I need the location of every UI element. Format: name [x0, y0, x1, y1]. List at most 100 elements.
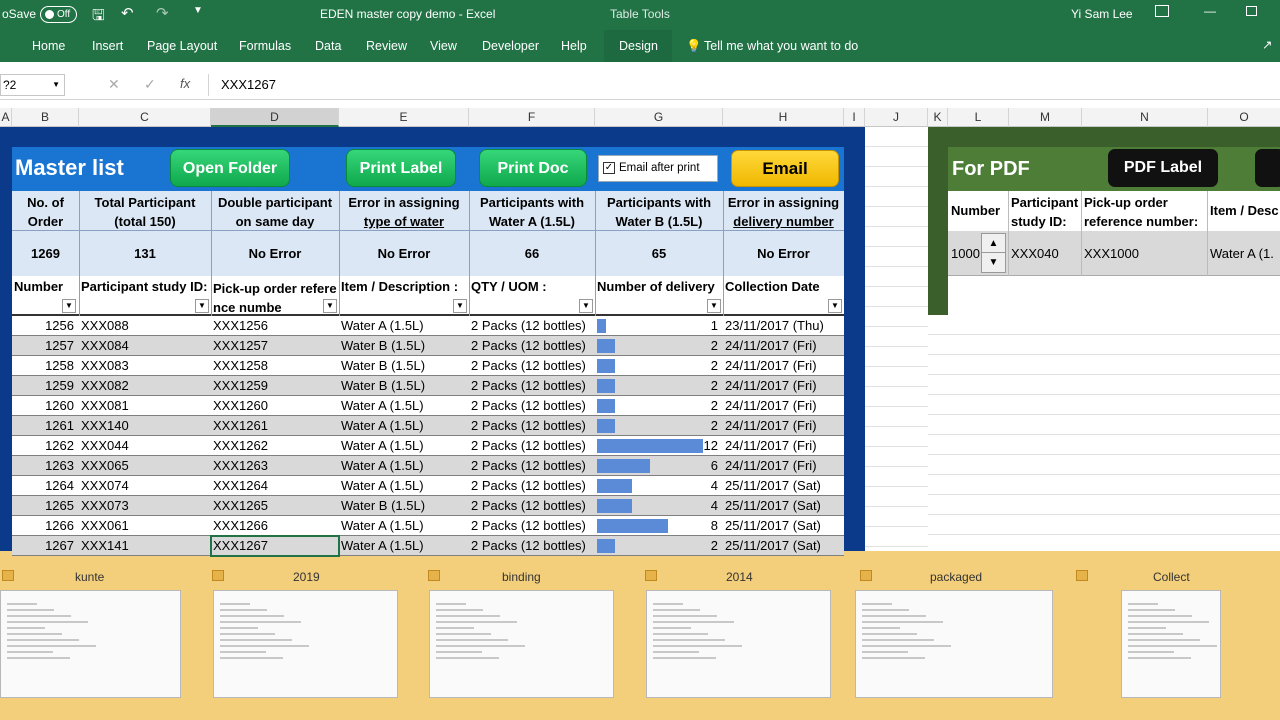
window-thumbnail[interactable]	[0, 590, 181, 698]
email-button[interactable]: Email	[731, 150, 839, 187]
cell-qty[interactable]: 2 Packs (12 bottles)	[471, 378, 593, 393]
cell-pickup-ref[interactable]: XXX1263	[213, 458, 337, 473]
col-header-n[interactable]: N	[1082, 108, 1208, 127]
window-thumbnail[interactable]	[213, 590, 398, 698]
filter-dropdown-icon[interactable]: ▼	[579, 299, 593, 313]
filter-dropdown-icon[interactable]: ▼	[195, 299, 209, 313]
col-header-f[interactable]: F	[469, 108, 595, 127]
cell-pickup-ref[interactable]: XXX1257	[213, 338, 337, 353]
cell-item[interactable]: Water B (1.5L)	[341, 378, 467, 393]
cell-number[interactable]: 1257	[14, 338, 77, 353]
cell-date[interactable]: 24/11/2017 (Fri)	[725, 398, 842, 413]
pdf-value-study-id[interactable]: XXX040	[1011, 246, 1081, 261]
cell-pickup-ref[interactable]: XXX1256	[213, 318, 337, 333]
cell-study-id[interactable]: XXX084	[81, 338, 209, 353]
pdf-label-button[interactable]: PDF Label	[1108, 149, 1218, 187]
filter-dropdown-icon[interactable]: ▼	[828, 299, 842, 313]
col-header-a[interactable]: A	[0, 108, 12, 127]
cell-qty[interactable]: 2 Packs (12 bottles)	[471, 498, 593, 513]
cell-date[interactable]: 24/11/2017 (Fri)	[725, 458, 842, 473]
col-header-m[interactable]: M	[1009, 108, 1082, 127]
cell-study-id[interactable]: XXX044	[81, 438, 209, 453]
cell-pickup-ref[interactable]: XXX1262	[213, 438, 337, 453]
cell-delivery[interactable]: 2	[597, 338, 721, 353]
cell-qty[interactable]: 2 Packs (12 bottles)	[471, 458, 593, 473]
cell-date[interactable]: 25/11/2017 (Sat)	[725, 478, 842, 493]
open-folder-button[interactable]: Open Folder	[170, 149, 290, 187]
print-doc-button[interactable]: Print Doc	[479, 149, 587, 187]
cell-number[interactable]: 1256	[14, 318, 77, 333]
col-header-j[interactable]: J	[865, 108, 928, 127]
pdf-extra-button[interactable]	[1255, 149, 1280, 187]
cell-qty[interactable]: 2 Packs (12 bottles)	[471, 418, 593, 433]
tab-help[interactable]: Help	[561, 39, 587, 53]
cell-date[interactable]: 23/11/2017 (Thu)	[725, 318, 842, 333]
cell-date[interactable]: 24/11/2017 (Fri)	[725, 378, 842, 393]
user-name[interactable]: Yi Sam Lee	[1071, 7, 1133, 21]
save-icon[interactable]: 🖫	[92, 5, 105, 30]
cell-delivery[interactable]: 2	[597, 358, 721, 373]
restore-icon[interactable]	[1246, 6, 1257, 16]
name-box[interactable]: ?2 ▼	[0, 74, 65, 96]
cell-date[interactable]: 24/11/2017 (Fri)	[725, 358, 842, 373]
tab-page-layout[interactable]: Page Layout	[147, 39, 217, 53]
cell-item[interactable]: Water B (1.5L)	[341, 358, 467, 373]
cell-date[interactable]: 25/11/2017 (Sat)	[725, 498, 842, 513]
cell-item[interactable]: Water B (1.5L)	[341, 338, 467, 353]
col-header-i[interactable]: I	[844, 108, 865, 127]
spinner-down-icon[interactable]: ▼	[982, 253, 1005, 272]
cell-pickup-ref[interactable]: XXX1259	[213, 378, 337, 393]
customize-qat-icon[interactable]: ▼	[193, 5, 203, 16]
cell-study-id[interactable]: XXX065	[81, 458, 209, 473]
cell-qty[interactable]: 2 Packs (12 bottles)	[471, 358, 593, 373]
cancel-icon[interactable]: ✕	[108, 76, 120, 93]
cell-qty[interactable]: 2 Packs (12 bottles)	[471, 338, 593, 353]
cell-qty[interactable]: 2 Packs (12 bottles)	[471, 538, 593, 553]
filter-dropdown-icon[interactable]: ▼	[453, 299, 467, 313]
filter-dropdown-icon[interactable]: ▼	[323, 299, 337, 313]
tab-view[interactable]: View	[430, 39, 457, 53]
cell-number[interactable]: 1263	[14, 458, 77, 473]
tab-home[interactable]: Home	[32, 39, 65, 53]
cell-number[interactable]: 1260	[14, 398, 77, 413]
cell-delivery[interactable]: 4	[597, 478, 721, 493]
cell-number[interactable]: 1261	[14, 418, 77, 433]
cell-study-id[interactable]: XXX081	[81, 398, 209, 413]
formula-input[interactable]: XXX1267	[208, 74, 1280, 96]
cell-qty[interactable]: 2 Packs (12 bottles)	[471, 398, 593, 413]
cell-qty[interactable]: 2 Packs (12 bottles)	[471, 438, 593, 453]
cell-study-id[interactable]: XXX088	[81, 318, 209, 333]
tab-design[interactable]: Design	[619, 39, 658, 53]
number-spinner[interactable]: ▲ ▼	[981, 233, 1006, 273]
cell-number[interactable]: 1266	[14, 518, 77, 533]
chevron-down-icon[interactable]: ▼	[52, 75, 60, 95]
pdf-value-number[interactable]: 1000	[951, 246, 981, 261]
cell-qty[interactable]: 2 Packs (12 bottles)	[471, 478, 593, 493]
cell-study-id[interactable]: XXX082	[81, 378, 209, 393]
cell-item[interactable]: Water A (1.5L)	[341, 418, 467, 433]
col-header-h[interactable]: H	[723, 108, 844, 127]
pdf-value-pickup-ref[interactable]: XXX1000	[1084, 246, 1206, 261]
window-thumbnail[interactable]	[429, 590, 614, 698]
cell-item[interactable]: Water B (1.5L)	[341, 498, 467, 513]
ribbon-display-icon[interactable]	[1155, 5, 1169, 17]
redo-icon[interactable]: ↷	[156, 4, 169, 22]
tab-developer[interactable]: Developer	[482, 39, 539, 53]
cell-delivery[interactable]: 4	[597, 498, 721, 513]
col-header-d[interactable]: D	[211, 108, 339, 127]
cell-delivery[interactable]: 2	[597, 418, 721, 433]
cell-study-id[interactable]: XXX140	[81, 418, 209, 433]
cell-delivery[interactable]: 6	[597, 458, 721, 473]
cell-study-id[interactable]: XXX141	[81, 538, 209, 553]
cell-study-id[interactable]: XXX083	[81, 358, 209, 373]
tab-formulas[interactable]: Formulas	[239, 39, 291, 53]
window-thumbnail[interactable]	[646, 590, 831, 698]
col-header-e[interactable]: E	[339, 108, 469, 127]
cell-pickup-ref[interactable]: XXX1264	[213, 478, 337, 493]
cell-delivery[interactable]: 8	[597, 518, 721, 533]
pdf-value-item[interactable]: Water A (1.	[1210, 246, 1280, 261]
cell-item[interactable]: Water A (1.5L)	[341, 318, 467, 333]
filter-dropdown-icon[interactable]: ▼	[707, 299, 721, 313]
cell-delivery[interactable]: 2	[597, 538, 721, 553]
email-after-print-checkbox[interactable]: ✓ Email after print	[598, 155, 718, 182]
